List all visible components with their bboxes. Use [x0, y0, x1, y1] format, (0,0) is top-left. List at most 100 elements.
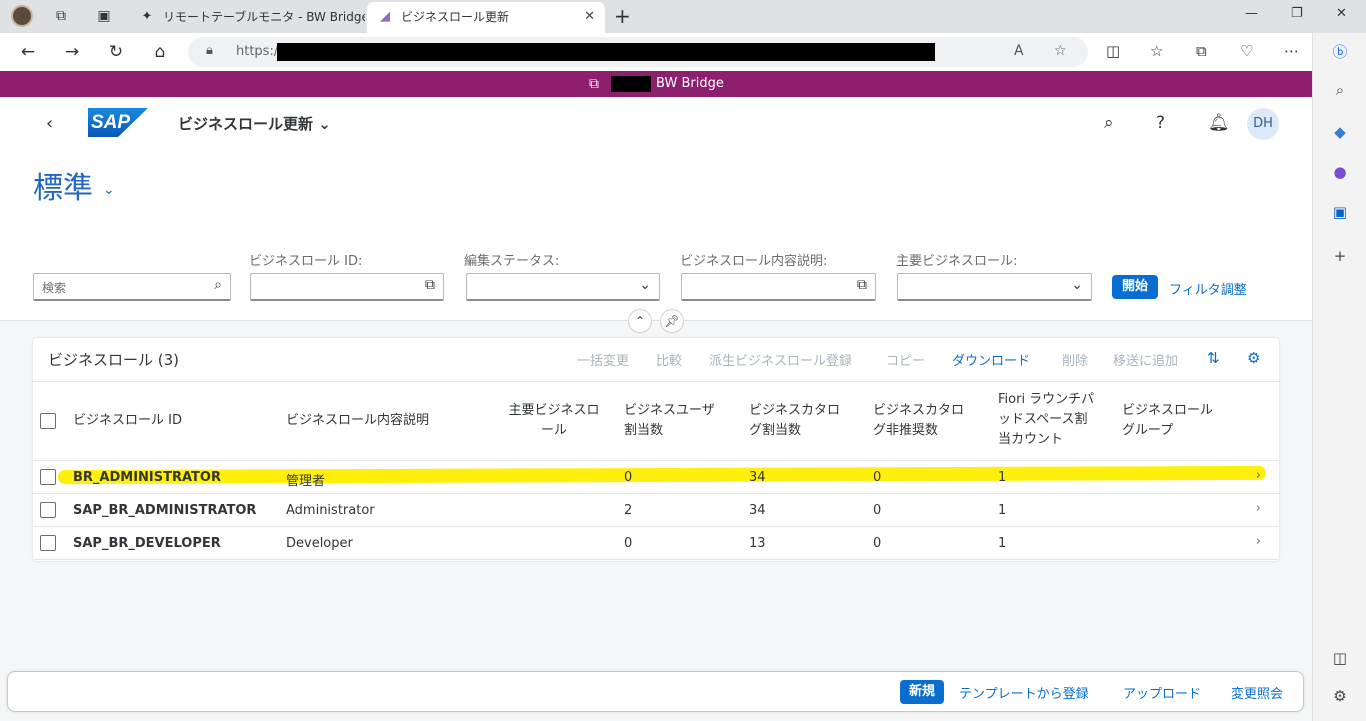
- cell-description: Developer: [286, 536, 353, 551]
- search-input[interactable]: 検索 ⌕: [33, 273, 231, 301]
- mass-edit-button[interactable]: 一括変更: [577, 350, 629, 369]
- column-header-text: 当カウント: [998, 432, 1064, 447]
- lock-icon[interactable]: 🔒︎: [206, 43, 213, 58]
- user-avatar[interactable]: DH: [1247, 108, 1279, 140]
- home-icon[interactable]: ⌂: [148, 40, 172, 64]
- url-input[interactable]: 🔒︎ https:// A ☆: [188, 37, 1088, 67]
- table-title: ビジネスロール (3): [48, 351, 180, 369]
- sidebar-search-icon[interactable]: ⌕: [1329, 79, 1351, 101]
- go-button[interactable]: 開始: [1112, 275, 1158, 299]
- column-header-text: ッドスペース割: [998, 412, 1088, 427]
- sort-icon[interactable]: ⇅: [1207, 349, 1220, 367]
- value-help-icon[interactable]: ⧉: [425, 277, 435, 293]
- chevron-down-icon[interactable]: ⌄: [639, 277, 651, 293]
- filter-label-main-role: 主要ビジネスロール:: [896, 254, 1018, 269]
- tab-remote-table-monitor[interactable]: ✦ リモートテーブルモニタ - BW Bridge (S: [129, 2, 365, 33]
- office-icon[interactable]: ●: [1329, 161, 1351, 183]
- column-header-text: グループ: [1122, 423, 1174, 438]
- help-icon[interactable]: ?: [1156, 113, 1165, 133]
- sap-logo: SAP: [88, 108, 148, 137]
- back-icon[interactable]: ←: [16, 40, 40, 64]
- column-header-deprecated-count[interactable]: ビジネスカタロ グ非推奨数: [873, 401, 964, 441]
- chevron-down-icon[interactable]: ⌄: [1071, 277, 1083, 293]
- edit-status-select[interactable]: ⌄: [466, 273, 660, 301]
- collapse-header-button[interactable]: ⌃: [628, 309, 652, 333]
- column-header-description[interactable]: ビジネスロール内容説明: [286, 411, 429, 431]
- copy-button[interactable]: コピー: [886, 350, 925, 369]
- row-checkbox[interactable]: [40, 469, 56, 485]
- description-field[interactable]: ⧉: [681, 273, 876, 301]
- favorite-star-icon[interactable]: ☆: [1054, 43, 1067, 59]
- tab-business-role[interactable]: ◢ ビジネスロール更新 ✕: [367, 2, 605, 33]
- row-navigation-chevron-icon[interactable]: ›: [1256, 534, 1261, 549]
- tenant-redaction: [611, 76, 651, 92]
- column-header-user-count[interactable]: ビジネスユーザ 割当数: [624, 401, 715, 441]
- table-settings-gear-icon[interactable]: ⚙: [1247, 349, 1260, 367]
- minimize-icon[interactable]: —: [1245, 6, 1258, 21]
- create-from-template-button[interactable]: テンプレートから登録: [959, 683, 1089, 702]
- column-header-role-id[interactable]: ビジネスロール ID: [73, 411, 182, 431]
- download-button[interactable]: ダウンロード: [952, 350, 1030, 369]
- column-header-main-role[interactable]: 主要ビジネスロ ール: [504, 401, 604, 441]
- tab-actions-icon[interactable]: ▣: [95, 7, 113, 25]
- refresh-icon[interactable]: ↻: [104, 40, 128, 64]
- main-role-select[interactable]: ⌄: [897, 273, 1092, 301]
- role-id-field[interactable]: ⧉: [250, 273, 444, 301]
- shopping-icon[interactable]: ◆: [1329, 121, 1351, 143]
- search-icon[interactable]: ⌕: [1104, 113, 1114, 133]
- performance-icon[interactable]: ♡: [1240, 42, 1253, 60]
- search-field-icon[interactable]: ⌕: [214, 277, 222, 293]
- row-navigation-chevron-icon[interactable]: ›: [1256, 468, 1261, 483]
- app-back-icon[interactable]: ‹: [46, 113, 53, 134]
- notification-bell-icon[interactable]: 🔔︎: [1208, 113, 1230, 133]
- column-header-text: 主要ビジネスロ: [508, 403, 600, 418]
- new-button[interactable]: 新規: [900, 680, 944, 704]
- variant-selector[interactable]: 標準 ⌄: [33, 163, 115, 207]
- cell-description: Administrator: [286, 503, 375, 518]
- add-to-transport-button[interactable]: 移送に追加: [1113, 350, 1178, 369]
- upload-button[interactable]: アップロード: [1123, 683, 1201, 702]
- column-header-role-group[interactable]: ビジネスロール グループ: [1122, 401, 1213, 441]
- browser-tabstrip: ⧉ ▣ ✦ リモートテーブルモニタ - BW Bridge (S ◢ ビジネスロ…: [0, 0, 1366, 33]
- compare-button[interactable]: 比較: [656, 350, 682, 369]
- forward-icon[interactable]: →: [60, 40, 84, 64]
- row-checkbox[interactable]: [40, 502, 56, 518]
- outlook-icon[interactable]: ▣: [1329, 201, 1351, 223]
- collections-toolbar-icon[interactable]: ⧉: [1196, 42, 1207, 60]
- favorites-icon[interactable]: ☆: [1150, 42, 1163, 60]
- close-window-icon[interactable]: ✕: [1336, 6, 1347, 21]
- row-navigation-chevron-icon[interactable]: ›: [1256, 501, 1261, 516]
- collections-icon[interactable]: ⧉: [52, 7, 70, 25]
- column-header-space-count[interactable]: Fiori ラウンチパ ッドスペース割 当カウント: [998, 390, 1094, 450]
- close-tab-icon[interactable]: ✕: [584, 2, 595, 32]
- table-row[interactable]: BR_ADMINISTRATOR 管理者 0 34 0 1 ›: [33, 461, 1279, 494]
- app-title-menu[interactable]: ビジネスロール更新 ⌄: [178, 113, 331, 134]
- split-screen-icon[interactable]: ◫: [1106, 42, 1120, 60]
- new-tab-icon[interactable]: +: [614, 5, 631, 27]
- column-header-text: ビジネスカタロ: [873, 403, 965, 418]
- display-changes-button[interactable]: 変更照会: [1231, 683, 1283, 702]
- adapt-filters-button[interactable]: フィルタ調整: [1169, 279, 1247, 298]
- cell-space-count: 1: [998, 470, 1007, 485]
- derive-role-button[interactable]: 派生ビジネスロール登録: [709, 350, 852, 369]
- cell-user-count: 0: [624, 470, 633, 485]
- more-icon[interactable]: ⋯: [1284, 42, 1299, 60]
- variant-name: 標準: [33, 171, 93, 206]
- pin-header-button[interactable]: 📌︎: [660, 309, 684, 333]
- row-checkbox[interactable]: [40, 535, 56, 551]
- profile-avatar[interactable]: [11, 5, 33, 27]
- table-row[interactable]: SAP_BR_ADMINISTRATOR Administrator 2 34 …: [33, 494, 1279, 527]
- sidebar-toggle-icon[interactable]: ◫: [1329, 647, 1351, 669]
- read-aloud-icon[interactable]: A: [1014, 43, 1024, 59]
- cell-role-id: SAP_BR_ADMINISTRATOR: [73, 503, 257, 518]
- value-help-icon[interactable]: ⧉: [857, 277, 867, 293]
- copilot-icon[interactable]: ⓑ: [1329, 41, 1351, 63]
- column-header-catalog-count[interactable]: ビジネスカタロ グ割当数: [749, 401, 840, 441]
- delete-button[interactable]: 削除: [1062, 350, 1088, 369]
- select-all-checkbox[interactable]: [40, 413, 56, 429]
- sap-shell-bar: ⧉ BW Bridge: [0, 71, 1312, 97]
- table-row[interactable]: SAP_BR_DEVELOPER Developer 0 13 0 1 ›: [33, 527, 1279, 560]
- sidebar-settings-icon[interactable]: ⚙: [1329, 685, 1351, 707]
- add-sidebar-icon[interactable]: +: [1329, 245, 1351, 267]
- restore-icon[interactable]: ❐: [1291, 6, 1303, 21]
